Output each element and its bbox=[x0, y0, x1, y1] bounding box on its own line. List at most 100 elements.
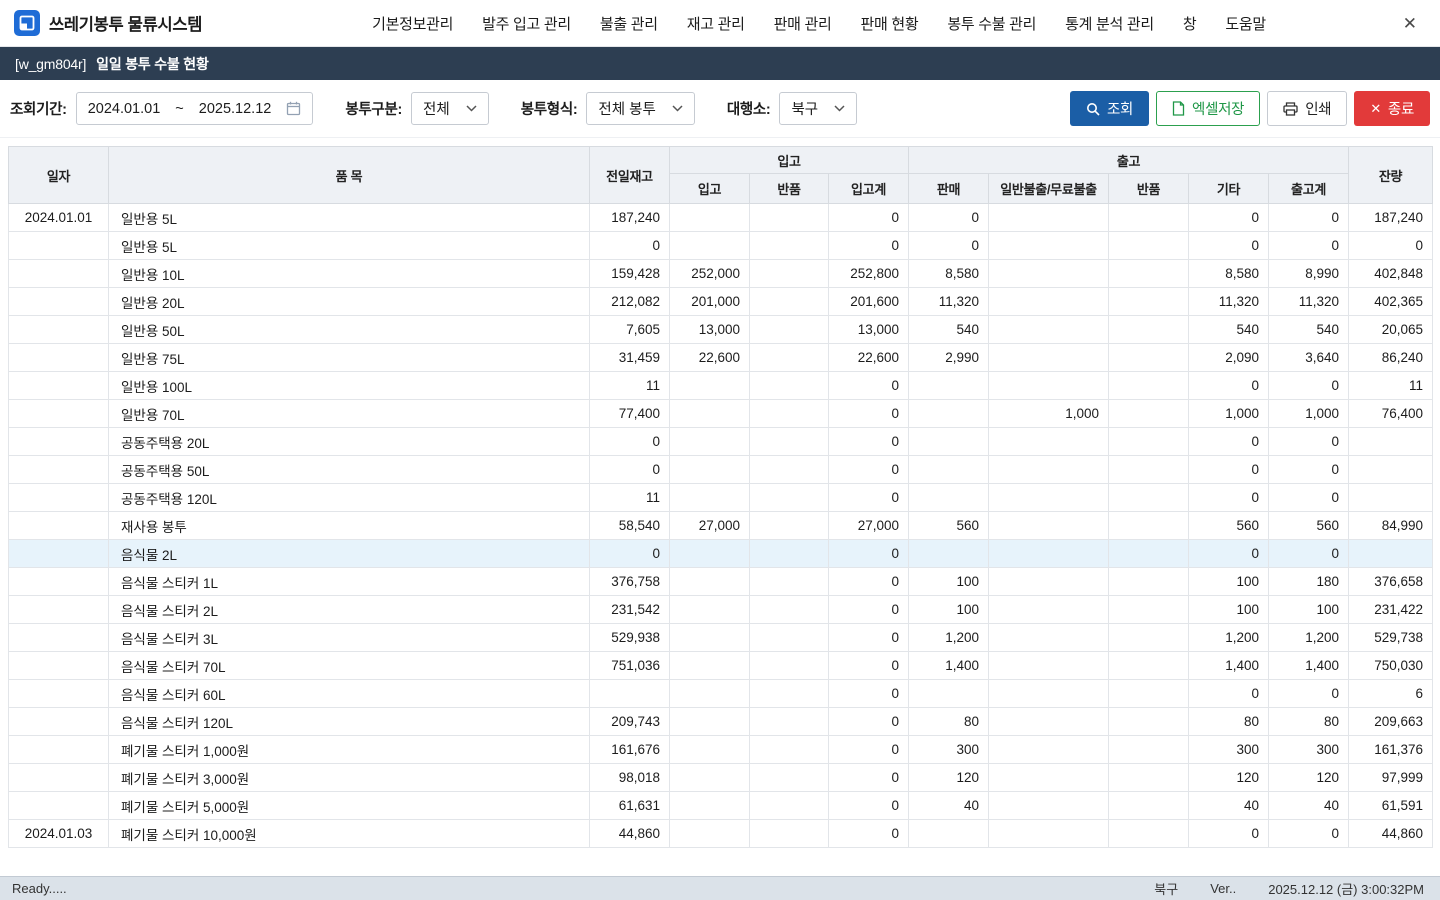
excel-save-button[interactable]: 엑셀저장 bbox=[1156, 91, 1260, 126]
cell-date bbox=[9, 708, 109, 736]
date-to-value[interactable]: 2025.12.12 bbox=[199, 101, 272, 117]
cell-value: 80 bbox=[1189, 708, 1269, 736]
table-row[interactable]: 폐기물 스티커 5,000원61,631040404061,591 bbox=[9, 792, 1433, 820]
table-row[interactable]: 일반용 20L212,082201,000201,60011,32011,320… bbox=[9, 288, 1433, 316]
cell-value bbox=[670, 568, 750, 596]
date-range-field[interactable]: 2024.01.01 ~ 2025.12.12 bbox=[76, 92, 314, 125]
table-row[interactable]: 공동주택용 50L0000 bbox=[9, 456, 1433, 484]
cell-date: 2024.01.01 bbox=[9, 204, 109, 232]
cell-value: 20,065 bbox=[1349, 316, 1433, 344]
bag-form-select[interactable]: 전체 봉투 bbox=[586, 92, 694, 125]
table-row[interactable]: 음식물 스티커 3L529,93801,2001,2001,200529,738 bbox=[9, 624, 1433, 652]
table-row[interactable]: 폐기물 스티커 1,000원161,6760300300300161,376 bbox=[9, 736, 1433, 764]
cell-value: 1,200 bbox=[909, 624, 989, 652]
menu-item[interactable]: 봉투 수불 관리 bbox=[947, 13, 1036, 34]
cell-value: 0 bbox=[1269, 820, 1349, 848]
cell-value: 22,600 bbox=[670, 344, 750, 372]
exit-button[interactable]: ✕ 종료 bbox=[1354, 91, 1430, 126]
table-row[interactable]: 2024.01.03폐기물 스티커 10,000원44,86000044,860 bbox=[9, 820, 1433, 848]
cell-value bbox=[670, 428, 750, 456]
table-row[interactable]: 일반용 100L1100011 bbox=[9, 372, 1433, 400]
table-row[interactable]: 일반용 70L77,40001,0001,0001,00076,400 bbox=[9, 400, 1433, 428]
cell-value: 212,082 bbox=[590, 288, 670, 316]
calendar-icon[interactable] bbox=[286, 101, 301, 116]
cell-item: 음식물 스티커 1L bbox=[109, 568, 590, 596]
agency-select[interactable]: 북구 bbox=[779, 92, 857, 125]
cell-value bbox=[670, 764, 750, 792]
cell-value: 1,400 bbox=[909, 652, 989, 680]
menu-item[interactable]: 판매 현황 bbox=[860, 13, 918, 34]
cell-value: 1,000 bbox=[1189, 400, 1269, 428]
cell-value: 0 bbox=[829, 736, 909, 764]
cell-item: 음식물 스티커 2L bbox=[109, 596, 590, 624]
cell-value bbox=[1349, 540, 1433, 568]
cell-value bbox=[750, 428, 829, 456]
cell-value bbox=[750, 736, 829, 764]
table-row[interactable]: 음식물 스티커 60L0006 bbox=[9, 680, 1433, 708]
search-button[interactable]: 조회 bbox=[1070, 91, 1149, 126]
col-header-sale: 판매 bbox=[909, 174, 989, 204]
cell-value bbox=[670, 232, 750, 260]
agency-label: 대행소: bbox=[727, 98, 771, 119]
cell-value: 0 bbox=[829, 540, 909, 568]
table-row[interactable]: 2024.01.01일반용 5L187,2400000187,240 bbox=[9, 204, 1433, 232]
window-close-icon[interactable]: ✕ bbox=[1398, 13, 1422, 34]
cell-value: 44,860 bbox=[1349, 820, 1433, 848]
menu-item[interactable]: 창 bbox=[1183, 13, 1197, 34]
menu-item[interactable]: 발주 입고 관리 bbox=[482, 13, 571, 34]
table-row[interactable]: 재사용 봉투58,54027,00027,00056056056084,990 bbox=[9, 512, 1433, 540]
cell-value bbox=[1349, 428, 1433, 456]
cell-item: 일반용 75L bbox=[109, 344, 590, 372]
table-row[interactable]: 음식물 2L0000 bbox=[9, 540, 1433, 568]
cell-value bbox=[750, 792, 829, 820]
cell-value: 100 bbox=[1189, 596, 1269, 624]
action-buttons: 조회 엑셀저장 인쇄 ✕ 종료 bbox=[1070, 91, 1430, 126]
table-row[interactable]: 음식물 스티커 120L209,7430808080209,663 bbox=[9, 708, 1433, 736]
cell-value: 100 bbox=[909, 568, 989, 596]
table-row[interactable]: 일반용 10L159,428252,000252,8008,5808,5808,… bbox=[9, 260, 1433, 288]
status-ready-text: Ready..... bbox=[12, 881, 67, 896]
cell-value: 11,320 bbox=[1269, 288, 1349, 316]
cell-date bbox=[9, 652, 109, 680]
cell-value bbox=[670, 540, 750, 568]
print-button[interactable]: 인쇄 bbox=[1267, 91, 1347, 126]
table-row[interactable]: 일반용 75L31,45922,60022,6002,9902,0903,640… bbox=[9, 344, 1433, 372]
cell-value bbox=[909, 456, 989, 484]
bag-type-select[interactable]: 전체 bbox=[411, 92, 489, 125]
cell-value bbox=[989, 568, 1109, 596]
cell-value bbox=[989, 792, 1109, 820]
table-row[interactable]: 공동주택용 120L11000 bbox=[9, 484, 1433, 512]
table-row[interactable]: 일반용 50L7,60513,00013,00054054054020,065 bbox=[9, 316, 1433, 344]
col-header-etc: 기타 bbox=[1189, 174, 1269, 204]
table-row[interactable]: 공동주택용 20L0000 bbox=[9, 428, 1433, 456]
table-row[interactable]: 음식물 스티커 1L376,7580100100180376,658 bbox=[9, 568, 1433, 596]
cell-value bbox=[909, 680, 989, 708]
cell-item: 공동주택용 50L bbox=[109, 456, 590, 484]
cell-value: 120 bbox=[1189, 764, 1269, 792]
menu-item[interactable]: 기본정보관리 bbox=[372, 13, 453, 34]
menu-item[interactable]: 판매 관리 bbox=[774, 13, 832, 34]
table-row[interactable]: 폐기물 스티커 3,000원98,018012012012097,999 bbox=[9, 764, 1433, 792]
cell-value: 1,000 bbox=[989, 400, 1109, 428]
cell-item: 폐기물 스티커 3,000원 bbox=[109, 764, 590, 792]
cell-value: 0 bbox=[1189, 820, 1269, 848]
cell-value bbox=[989, 456, 1109, 484]
cell-item: 음식물 스티커 120L bbox=[109, 708, 590, 736]
cell-value: 402,365 bbox=[1349, 288, 1433, 316]
table-row[interactable]: 음식물 스티커 70L751,03601,4001,4001,400750,03… bbox=[9, 652, 1433, 680]
cell-value bbox=[750, 568, 829, 596]
table-row[interactable]: 일반용 5L000000 bbox=[9, 232, 1433, 260]
cell-value: 86,240 bbox=[1349, 344, 1433, 372]
menu-item[interactable]: 도움말 bbox=[1225, 13, 1266, 34]
cell-value: 751,036 bbox=[590, 652, 670, 680]
menu-item[interactable]: 재고 관리 bbox=[687, 13, 745, 34]
cell-value bbox=[1109, 512, 1189, 540]
table-row[interactable]: 음식물 스티커 2L231,5420100100100231,422 bbox=[9, 596, 1433, 624]
menu-item[interactable]: 통계 분석 관리 bbox=[1065, 13, 1154, 34]
menu-item[interactable]: 불출 관리 bbox=[600, 13, 658, 34]
cell-value: 77,400 bbox=[590, 400, 670, 428]
cell-value: 0 bbox=[829, 652, 909, 680]
cell-value bbox=[989, 288, 1109, 316]
cell-value bbox=[989, 624, 1109, 652]
date-from-value[interactable]: 2024.01.01 bbox=[88, 101, 161, 117]
